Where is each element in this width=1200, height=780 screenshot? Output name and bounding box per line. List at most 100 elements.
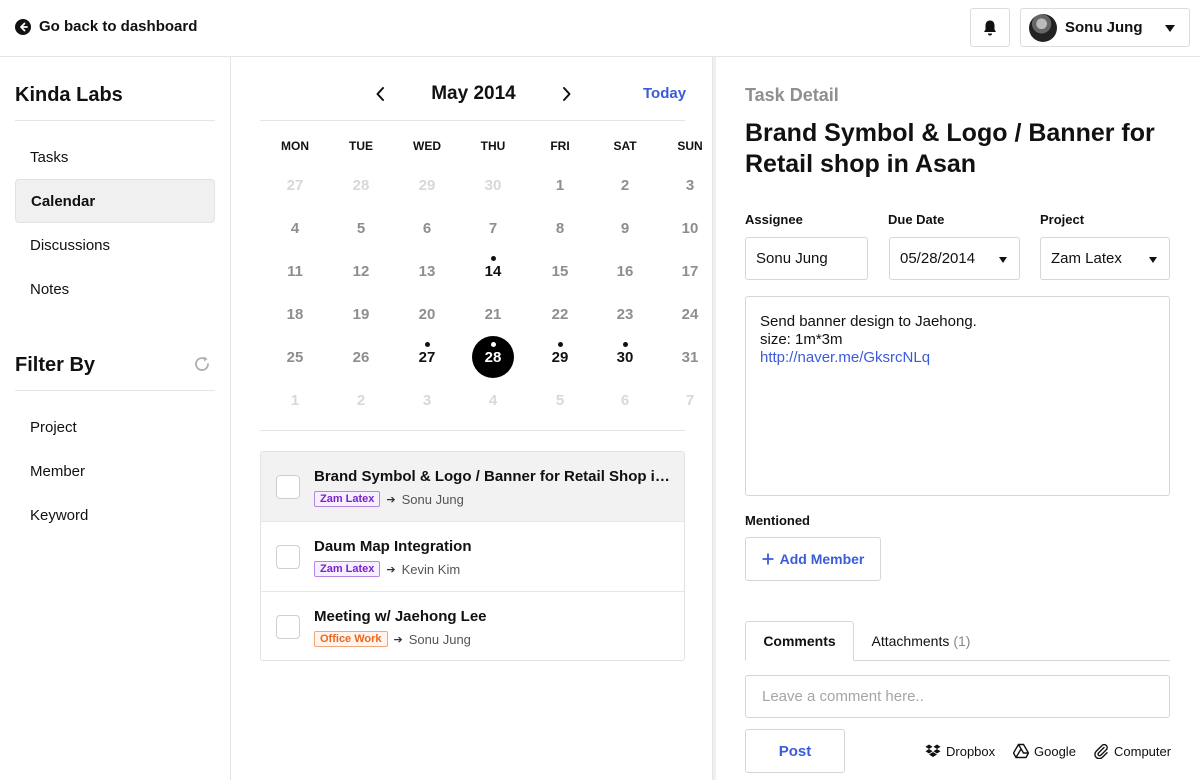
- user-menu-button[interactable]: Sonu Jung: [1020, 8, 1190, 47]
- calendar-day[interactable]: 22: [539, 293, 581, 335]
- day-number: 17: [681, 262, 699, 280]
- comment-input[interactable]: [745, 675, 1170, 718]
- calendar-day[interactable]: 4: [472, 379, 514, 421]
- calendar-day[interactable]: 7: [669, 379, 711, 421]
- filter-project[interactable]: Project: [30, 419, 77, 436]
- post-button[interactable]: Post: [745, 729, 845, 773]
- tab-label: Attachments: [871, 633, 950, 649]
- sidebar-item-discussions[interactable]: Discussions: [15, 223, 215, 267]
- calendar-day[interactable]: 12: [340, 250, 382, 292]
- calendar-day[interactable]: 2: [604, 164, 646, 206]
- calendar-day[interactable]: 30: [604, 336, 646, 378]
- task-checkbox[interactable]: [276, 475, 300, 499]
- calendar-day[interactable]: 16: [604, 250, 646, 292]
- calendar-day[interactable]: 3: [669, 164, 711, 206]
- task-checkbox[interactable]: [276, 545, 300, 569]
- calendar-day[interactable]: 5: [539, 379, 581, 421]
- calendar-day[interactable]: 28: [340, 164, 382, 206]
- project-select[interactable]: Zam Latex: [1040, 237, 1170, 280]
- filter-member[interactable]: Member: [30, 463, 85, 480]
- calendar-day-selected[interactable]: 28: [472, 336, 514, 378]
- calendar-day[interactable]: 2: [340, 379, 382, 421]
- refresh-icon[interactable]: [192, 354, 212, 374]
- description-textarea[interactable]: Send banner design to Jaehong. size: 1m*…: [745, 296, 1170, 496]
- bell-icon: [984, 20, 996, 35]
- filter-title: Filter By: [15, 354, 96, 376]
- calendar-day[interactable]: 7: [472, 207, 514, 249]
- calendar-day[interactable]: 29: [539, 336, 581, 378]
- filter-keyword[interactable]: Keyword: [30, 507, 88, 524]
- task-title: Daum Map Integration: [314, 538, 472, 555]
- calendar-day[interactable]: 6: [406, 207, 448, 249]
- calendar-day[interactable]: 18: [274, 293, 316, 335]
- sidebar-item-tasks[interactable]: Tasks: [15, 135, 215, 179]
- caret-down-icon: [1149, 257, 1157, 263]
- calendar-day[interactable]: 27: [406, 336, 448, 378]
- calendar-day[interactable]: 19: [340, 293, 382, 335]
- calendar-day[interactable]: 9: [604, 207, 646, 249]
- tab-attachments[interactable]: Attachments (1): [866, 621, 976, 661]
- chevron-right-icon[interactable]: [556, 84, 576, 104]
- task-list: Brand Symbol & Logo / Banner for Retail …: [260, 451, 685, 661]
- calendar-day[interactable]: 30: [472, 164, 514, 206]
- calendar-day[interactable]: 8: [539, 207, 581, 249]
- tab-comments[interactable]: Comments: [745, 621, 854, 661]
- sidebar-item-label: Calendar: [31, 192, 96, 210]
- due-date-label: Due Date: [888, 212, 945, 227]
- arrow-right-icon: ➔: [386, 563, 396, 576]
- chevron-left-icon[interactable]: [371, 84, 391, 104]
- attach-computer-button[interactable]: Computer: [1093, 743, 1171, 759]
- calendar-day[interactable]: 29: [406, 164, 448, 206]
- calendar-day[interactable]: 24: [669, 293, 711, 335]
- calendar-day[interactable]: 25: [274, 336, 316, 378]
- due-date-select[interactable]: 05/28/2014: [889, 237, 1020, 280]
- task-row[interactable]: Meeting w/ Jaehong Lee Office Work ➔ Son…: [261, 592, 684, 660]
- calendar-day[interactable]: 23: [604, 293, 646, 335]
- task-title-heading: Brand Symbol & Logo / Banner for Retail …: [745, 119, 1155, 178]
- attach-google-button[interactable]: Google: [1013, 743, 1076, 759]
- calendar-day[interactable]: 13: [406, 250, 448, 292]
- day-number: 29: [418, 176, 436, 194]
- sidebar-item-notes[interactable]: Notes: [15, 267, 215, 311]
- day-number: 16: [616, 262, 634, 280]
- arrow-right-icon: ➔: [386, 493, 396, 506]
- calendar-day[interactable]: 15: [539, 250, 581, 292]
- calendar-day[interactable]: 17: [669, 250, 711, 292]
- task-row[interactable]: Brand Symbol & Logo / Banner for Retail …: [261, 452, 684, 522]
- event-dot-icon: [490, 256, 496, 261]
- calendar-day[interactable]: 4: [274, 207, 316, 249]
- calendar-day[interactable]: 31: [669, 336, 711, 378]
- sidebar-item-label: Notes: [30, 280, 70, 298]
- divider: [260, 120, 685, 121]
- day-number: 25: [286, 348, 304, 366]
- task-row[interactable]: Daum Map Integration Zam Latex ➔ Kevin K…: [261, 522, 684, 592]
- today-button[interactable]: Today: [643, 85, 686, 102]
- task-checkbox[interactable]: [276, 615, 300, 639]
- day-number: 3: [422, 391, 432, 409]
- calendar-day[interactable]: 11: [274, 250, 316, 292]
- add-member-button[interactable]: Add Member: [745, 537, 881, 581]
- calendar-day[interactable]: 1: [539, 164, 581, 206]
- notifications-button[interactable]: [970, 8, 1010, 47]
- day-number: 1: [290, 391, 300, 409]
- divider: [15, 120, 215, 121]
- attach-dropbox-button[interactable]: Dropbox: [925, 743, 995, 759]
- sidebar-item-calendar[interactable]: Calendar: [15, 179, 215, 223]
- calendar-day[interactable]: 20: [406, 293, 448, 335]
- calendar-day[interactable]: 27: [274, 164, 316, 206]
- assignee-field[interactable]: Sonu Jung: [745, 237, 868, 280]
- task-meta: Office Work ➔ Sonu Jung: [314, 631, 471, 647]
- calendar-day[interactable]: 10: [669, 207, 711, 249]
- day-number: 28: [352, 176, 370, 194]
- divider: [260, 430, 685, 431]
- calendar-day[interactable]: 26: [340, 336, 382, 378]
- day-number: 7: [488, 219, 498, 237]
- description-link[interactable]: http://naver.me/GksrcNLq: [760, 349, 1155, 367]
- calendar-day[interactable]: 14: [472, 250, 514, 292]
- calendar-day[interactable]: 1: [274, 379, 316, 421]
- calendar-day[interactable]: 3: [406, 379, 448, 421]
- calendar-day[interactable]: 5: [340, 207, 382, 249]
- back-to-dashboard-button[interactable]: Go back to dashboard: [15, 18, 197, 35]
- calendar-day[interactable]: 21: [472, 293, 514, 335]
- calendar-day[interactable]: 6: [604, 379, 646, 421]
